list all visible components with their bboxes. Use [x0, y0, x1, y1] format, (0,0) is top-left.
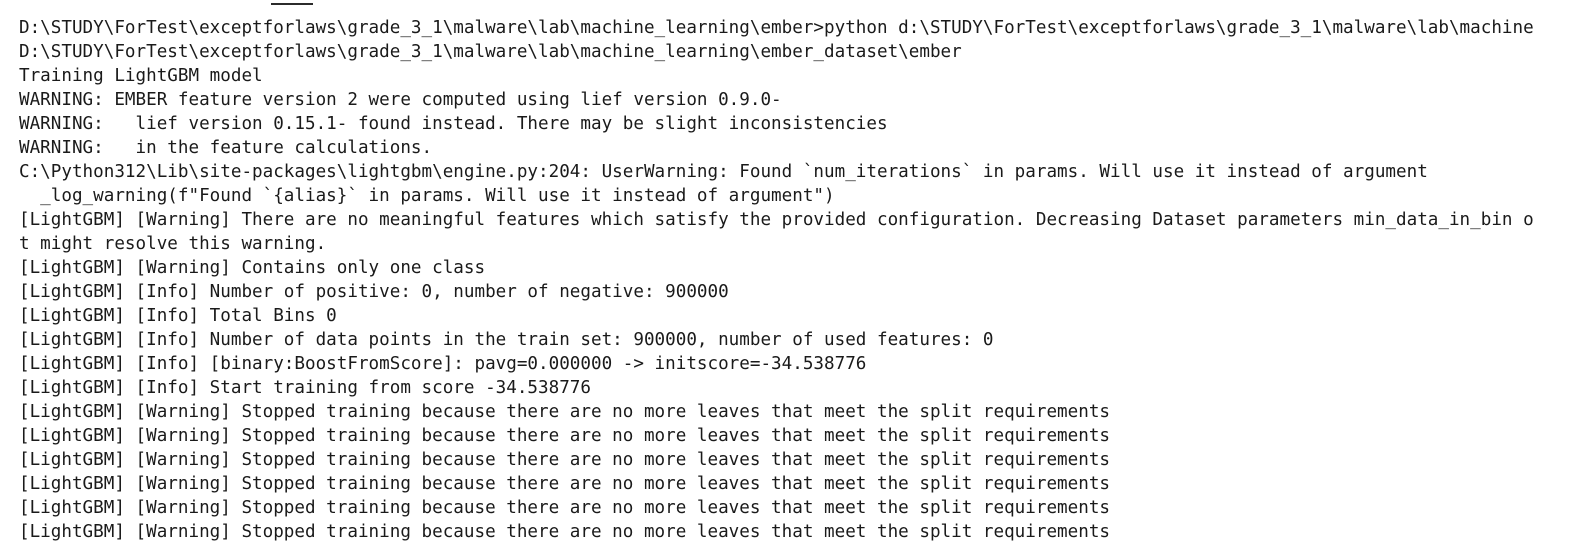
terminal-line: WARNING: EMBER feature version 2 were co… — [19, 90, 782, 110]
terminal-line: [LightGBM] [Info] Number of positive: 0,… — [19, 282, 729, 302]
text-cursor — [271, 3, 313, 5]
terminal-line: [LightGBM] [Warning] Stopped training be… — [19, 402, 1111, 422]
terminal-line: D:\STUDY\ForTest\exceptforlaws\grade_3_1… — [19, 18, 1534, 38]
terminal-line: [LightGBM] [Warning] Contains only one c… — [19, 258, 486, 278]
terminal-line: [LightGBM] [Warning] Stopped training be… — [19, 450, 1111, 470]
terminal-line: [LightGBM] [Warning] Stopped training be… — [19, 474, 1111, 494]
terminal-line: C:\Python312\Lib\site-packages\lightgbm\… — [19, 162, 1428, 182]
terminal-line: t might resolve this warning. — [19, 234, 327, 254]
terminal-output: D:\STUDY\ForTest\exceptforlaws\grade_3_1… — [19, 16, 1534, 544]
terminal-line: _log_warning(f"Found `{alias}` in params… — [19, 186, 835, 206]
terminal-line: WARNING: in the feature calculations. — [19, 138, 433, 158]
terminal-line: WARNING: lief version 0.15.1- found inst… — [19, 114, 888, 134]
terminal-line: [LightGBM] [Warning] Stopped training be… — [19, 522, 1111, 542]
terminal-line: Training LightGBM model — [19, 66, 263, 86]
terminal-line: [LightGBM] [Warning] There are no meanin… — [19, 210, 1534, 230]
terminal-line: [LightGBM] [Warning] Stopped training be… — [19, 426, 1111, 446]
terminal-line: [LightGBM] [Info] Total Bins 0 — [19, 306, 337, 326]
terminal-window[interactable]: D:\STUDY\ForTest\exceptforlaws\grade_3_1… — [0, 0, 1589, 547]
terminal-line: [LightGBM] [Warning] Stopped training be… — [19, 498, 1111, 518]
terminal-line: D:\STUDY\ForTest\exceptforlaws\grade_3_1… — [19, 42, 962, 62]
terminal-line: [LightGBM] [Info] Number of data points … — [19, 330, 994, 350]
terminal-line: [LightGBM] [Info] Start training from sc… — [19, 378, 591, 398]
terminal-line: [LightGBM] [Info] [binary:BoostFromScore… — [19, 354, 867, 374]
